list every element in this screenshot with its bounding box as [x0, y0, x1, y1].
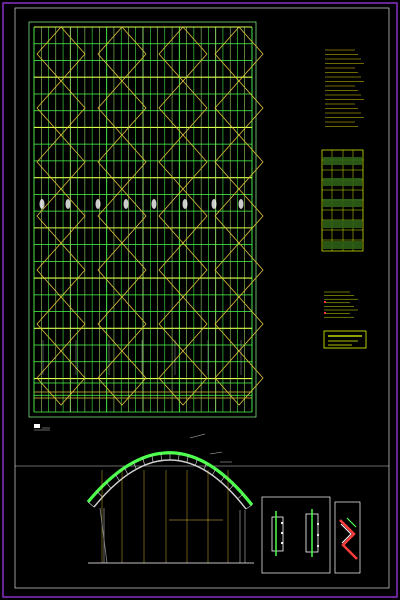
diamond-bracing-shape	[158, 134, 208, 190]
arch-truss-member	[203, 463, 207, 471]
connection-bolt-hole	[316, 544, 320, 548]
connection-bolt-hole	[280, 521, 284, 525]
arch-inner-curve	[93, 459, 247, 510]
plan-marker-symbol	[123, 199, 129, 209]
diamond-bracing-shape	[158, 296, 208, 352]
connection-bolt-hole	[280, 531, 284, 535]
bottom-legend-panel	[323, 291, 367, 349]
arch-section-view	[86, 433, 254, 564]
plan-marker-symbol	[39, 199, 45, 209]
arch-truss-member	[211, 469, 216, 476]
arch-truss-member	[96, 491, 103, 498]
arch-truss-member	[237, 493, 244, 500]
material-table-highlight-row	[323, 241, 362, 249]
small-joint-detail-panel	[334, 501, 361, 574]
diamond-bracing-shape	[158, 26, 208, 82]
outer-sheet-border	[2, 2, 398, 598]
diamond-bracing-shape	[97, 242, 147, 298]
material-table-highlight-row	[323, 178, 362, 186]
plan-marker-symbol	[151, 199, 157, 209]
plan-marker-symbol	[182, 199, 188, 209]
material-table-highlight-row	[323, 157, 362, 165]
connection-bolt-hole	[316, 533, 320, 537]
cad-drawing-canvas	[2, 2, 398, 598]
plan-marker-symbol	[95, 199, 101, 209]
sheet-frame	[2, 2, 398, 598]
left-connection-plate	[271, 516, 284, 552]
arch-leader-line	[209, 451, 223, 455]
connection-detail-panel	[261, 496, 331, 574]
arch-leader-line	[189, 433, 206, 439]
diamond-bracing-shape	[158, 188, 208, 244]
material-table-highlight-row	[323, 199, 362, 207]
material-table-highlight-row	[323, 220, 362, 228]
material-table-panel	[321, 149, 364, 252]
joint-detail-green-member	[346, 517, 357, 528]
arch-truss-member	[228, 484, 235, 491]
diamond-bracing-shape	[97, 296, 147, 352]
arch-truss-member	[105, 482, 112, 489]
diamond-bracing-shape	[97, 26, 147, 82]
connection-bolt-hole	[316, 522, 320, 526]
plan-marker-symbol	[65, 199, 71, 209]
grid-plan-view	[28, 21, 264, 431]
diamond-bracing-shape	[97, 188, 147, 244]
plan-marker-symbol	[211, 199, 217, 209]
connection-bolt-hole	[280, 541, 284, 545]
arch-truss-member	[220, 476, 225, 483]
plan-title-block	[34, 424, 50, 431]
diamond-bracing-shape	[158, 242, 208, 298]
notes-panel	[325, 49, 364, 127]
diamond-bracing-shape	[97, 134, 147, 190]
plan-marker-symbol	[238, 199, 244, 209]
arch-truss-member	[115, 474, 120, 481]
legend-red-symbol	[324, 301, 326, 303]
legend-red-symbol	[324, 312, 326, 314]
legend-box	[323, 330, 367, 349]
arch-truss-member	[245, 504, 253, 510]
arch-truss-member	[87, 501, 95, 508]
arch-column-line	[99, 507, 108, 564]
